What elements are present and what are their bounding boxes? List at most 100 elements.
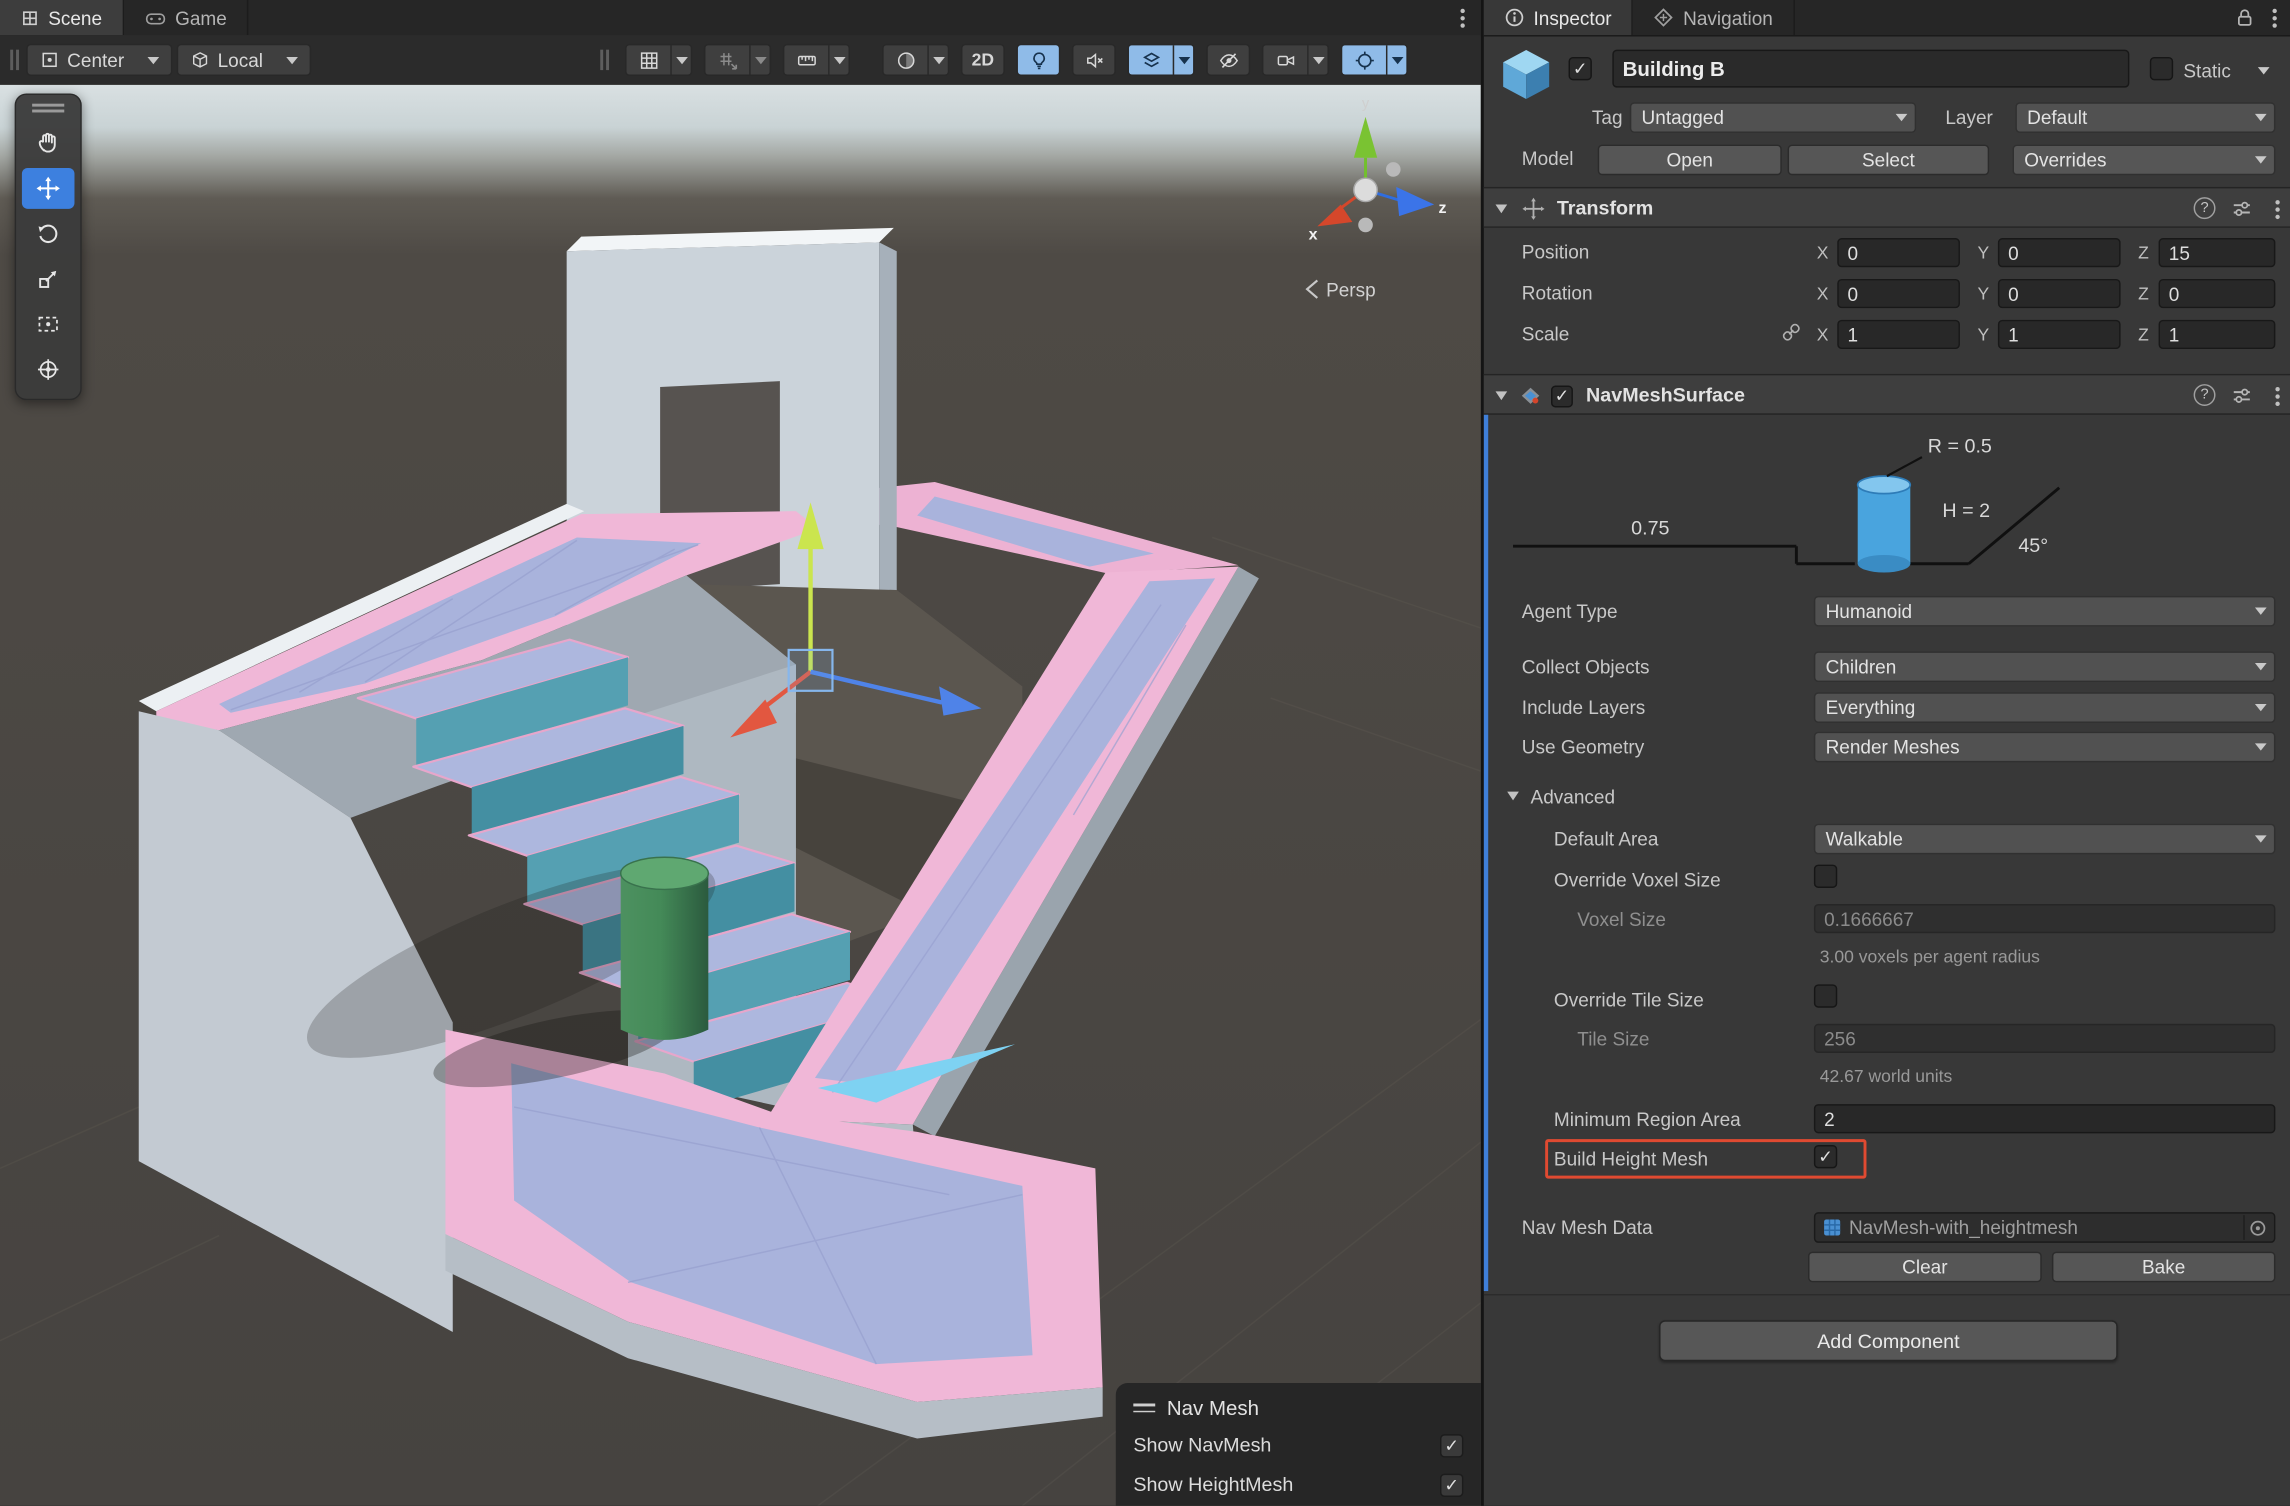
position-x-field[interactable]: 0 bbox=[1837, 238, 1960, 267]
override-tile-size-checkbox[interactable] bbox=[1814, 984, 1837, 1007]
rect-tool-button[interactable] bbox=[22, 304, 75, 345]
overlay-handle-icon[interactable] bbox=[1133, 1403, 1155, 1412]
agent-type-label: Agent Type bbox=[1522, 600, 1618, 622]
build-height-mesh-checkbox[interactable]: ✓ bbox=[1814, 1145, 1837, 1168]
inspector-menu-icon[interactable] bbox=[2264, 0, 2284, 35]
navmeshsurface-foldout-icon[interactable] bbox=[1496, 391, 1508, 400]
show-heightmesh-checkbox[interactable]: ✓ bbox=[1440, 1473, 1463, 1496]
minimum-region-area-field[interactable]: 2 bbox=[1814, 1104, 2276, 1133]
scene-pane-menu-icon[interactable] bbox=[1452, 0, 1472, 35]
lock-icon[interactable] bbox=[2235, 7, 2255, 29]
scene-camera-dropdown[interactable] bbox=[1307, 45, 1327, 74]
scene-effects-dropdown[interactable] bbox=[1173, 45, 1193, 74]
orientation-mode-button[interactable]: Local bbox=[177, 44, 311, 76]
default-area-dropdown[interactable]: Walkable bbox=[1814, 824, 2276, 855]
transform-foldout-icon[interactable] bbox=[1496, 204, 1508, 213]
shading-mode-button[interactable] bbox=[884, 45, 928, 74]
scale-z-field[interactable]: 1 bbox=[2159, 320, 2276, 349]
use-geometry-dropdown[interactable]: Render Meshes bbox=[1814, 732, 2276, 763]
agent-type-dropdown[interactable]: Humanoid bbox=[1814, 596, 2276, 627]
scene-3d-render[interactable]: y x z Persp bbox=[0, 85, 1481, 1506]
override-tile-size-label: Override Tile Size bbox=[1554, 989, 1704, 1011]
position-y-field[interactable]: 0 bbox=[1998, 238, 2121, 267]
collect-objects-dropdown[interactable]: Children bbox=[1814, 651, 2276, 682]
navmeshsurface-menu-icon[interactable] bbox=[2267, 386, 2287, 408]
ruler-toggle[interactable] bbox=[784, 45, 828, 74]
model-select-button[interactable]: Select bbox=[1788, 145, 1990, 176]
navmeshsurface-component-header[interactable]: ✓ NavMeshSurface ? bbox=[1484, 374, 2290, 415]
transform-menu-icon[interactable] bbox=[2267, 199, 2287, 221]
scene-visibility-toggle[interactable] bbox=[1206, 44, 1250, 76]
navmeshsurface-presets-icon[interactable] bbox=[2232, 386, 2252, 411]
object-picker-icon[interactable] bbox=[2243, 1215, 2271, 1240]
grid-snap-toggle[interactable] bbox=[705, 45, 749, 74]
scene-camera-button[interactable] bbox=[1263, 45, 1307, 74]
overrides-dropdown[interactable]: Overrides bbox=[2013, 145, 2276, 176]
persp-label: Persp bbox=[1326, 280, 1376, 301]
view-gizmo-neg-axis[interactable] bbox=[1386, 162, 1401, 177]
tag-dropdown[interactable]: Untagged bbox=[1630, 102, 1916, 133]
rotation-z-label: Z bbox=[2138, 283, 2149, 303]
toolbar-drag-handle-2[interactable] bbox=[599, 50, 611, 70]
scene-audio-toggle[interactable] bbox=[1072, 44, 1116, 76]
shading-mode-dropdown[interactable] bbox=[927, 45, 947, 74]
scene-effects-toggle[interactable] bbox=[1129, 45, 1173, 74]
transform-help-icon[interactable]: ? bbox=[2194, 197, 2216, 219]
gizmos-toggle[interactable] bbox=[1342, 45, 1386, 74]
navmeshsurface-enabled-checkbox[interactable]: ✓ bbox=[1551, 385, 1573, 407]
scene-lighting-toggle[interactable] bbox=[1016, 44, 1060, 76]
ruler-dropdown[interactable] bbox=[828, 45, 848, 74]
scale-link-icon[interactable] bbox=[1782, 323, 1801, 346]
grid-visibility-toggle[interactable] bbox=[627, 45, 671, 74]
nav-mesh-data-field[interactable]: NavMesh-with_heightmesh bbox=[1814, 1212, 2276, 1243]
static-checkbox[interactable] bbox=[2150, 57, 2173, 80]
bake-button[interactable]: Bake bbox=[2052, 1252, 2275, 1283]
palette-drag-handle[interactable] bbox=[32, 101, 64, 116]
add-component-button[interactable]: Add Component bbox=[1659, 1320, 2118, 1361]
static-dropdown-arrow-icon[interactable] bbox=[2258, 67, 2270, 74]
model-open-button[interactable]: Open bbox=[1598, 145, 1782, 176]
view-gizmo-neg-axis-2[interactable] bbox=[1358, 218, 1373, 233]
gameobject-name-field[interactable]: Building B bbox=[1612, 50, 2129, 88]
clear-button[interactable]: Clear bbox=[1808, 1252, 2042, 1283]
transform-presets-icon[interactable] bbox=[2232, 199, 2252, 224]
position-x-label: X bbox=[1817, 242, 1829, 262]
axis-x-label: x bbox=[1309, 226, 1318, 244]
scale-y-field[interactable]: 1 bbox=[1998, 320, 2121, 349]
hand-icon bbox=[35, 130, 61, 156]
advanced-foldout-icon[interactable] bbox=[1507, 792, 1519, 801]
rotate-tool-button[interactable] bbox=[22, 213, 75, 254]
grid-snap-icon bbox=[716, 49, 738, 71]
gameobject-enabled-checkbox[interactable]: ✓ bbox=[1569, 57, 1592, 80]
tab-inspector[interactable]: Inspector bbox=[1484, 0, 1634, 35]
transform-component-header[interactable]: Transform ? bbox=[1484, 187, 2290, 228]
pivot-mode-button[interactable]: Center bbox=[26, 44, 172, 76]
2d-mode-toggle[interactable]: 2D bbox=[961, 44, 1005, 76]
rotation-x-field[interactable]: 0 bbox=[1837, 279, 1960, 308]
view-gizmo-center[interactable] bbox=[1354, 178, 1377, 201]
toolbar-drag-handle[interactable] bbox=[9, 50, 21, 70]
scale-y-label: Y bbox=[1977, 324, 1989, 344]
tab-game[interactable]: Game bbox=[124, 0, 249, 35]
use-geometry-label: Use Geometry bbox=[1522, 736, 1644, 758]
override-voxel-size-checkbox[interactable] bbox=[1814, 865, 1837, 888]
scene-viewport[interactable]: y x z Persp bbox=[0, 85, 1481, 1506]
navmeshsurface-help-icon[interactable]: ? bbox=[2194, 384, 2216, 406]
gizmos-dropdown[interactable] bbox=[1386, 45, 1406, 74]
grid-options-dropdown[interactable] bbox=[670, 45, 690, 74]
view-tool-button[interactable] bbox=[22, 123, 75, 164]
layer-dropdown[interactable]: Default bbox=[2015, 102, 2275, 133]
transform-tool-button[interactable] bbox=[22, 349, 75, 390]
tab-scene[interactable]: Scene bbox=[0, 0, 124, 35]
scale-x-field[interactable]: 1 bbox=[1837, 320, 1960, 349]
move-tool-button[interactable] bbox=[22, 168, 75, 209]
move-gizmo-center[interactable] bbox=[789, 650, 833, 691]
grid-snap-dropdown[interactable] bbox=[749, 45, 769, 74]
tab-navigation[interactable]: Navigation bbox=[1634, 0, 1795, 35]
scale-tool-button[interactable] bbox=[22, 259, 75, 300]
include-layers-dropdown[interactable]: Everything bbox=[1814, 692, 2276, 723]
rotation-y-field[interactable]: 0 bbox=[1998, 279, 2121, 308]
rotation-z-field[interactable]: 0 bbox=[2159, 279, 2276, 308]
show-navmesh-checkbox[interactable]: ✓ bbox=[1440, 1433, 1463, 1456]
position-z-field[interactable]: 15 bbox=[2159, 238, 2276, 267]
